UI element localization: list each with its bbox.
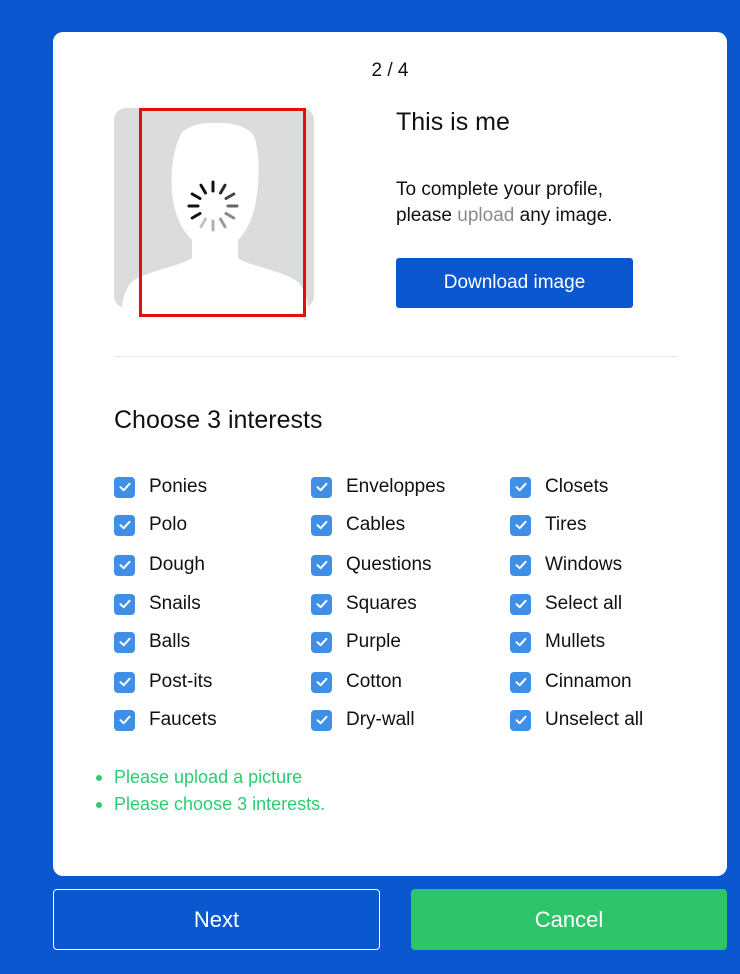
description-prefix: please — [396, 205, 458, 226]
checkbox-checked-icon[interactable] — [311, 671, 332, 693]
interest-label: Questions — [346, 554, 432, 575]
checkbox-checked-icon[interactable] — [311, 554, 332, 576]
checkbox-checked-icon[interactable] — [114, 554, 135, 576]
loading-spinner-icon — [187, 180, 239, 232]
interest-checkbox-select-all[interactable]: Select all — [510, 589, 622, 619]
error-choose-interests: Please choose 3 interests. — [93, 791, 325, 818]
interest-checkbox-cinnamon[interactable]: Cinnamon — [510, 667, 632, 697]
interest-label: Faucets — [149, 709, 217, 730]
interest-label: Ponies — [149, 476, 208, 497]
checkbox-checked-icon[interactable] — [510, 709, 531, 731]
interest-checkbox-enveloppes[interactable]: Enveloppes — [311, 472, 445, 502]
upload-link[interactable]: upload — [457, 205, 514, 226]
checkbox-checked-icon[interactable] — [114, 671, 135, 693]
checkbox-checked-icon[interactable] — [510, 631, 531, 653]
checkbox-checked-icon[interactable] — [311, 514, 332, 536]
checkbox-checked-icon[interactable] — [510, 476, 531, 498]
checkbox-checked-icon[interactable] — [510, 554, 531, 576]
interest-label: Squares — [346, 593, 417, 614]
checkbox-checked-icon[interactable] — [311, 476, 332, 498]
checkbox-checked-icon[interactable] — [114, 631, 135, 653]
interest-label: Select all — [545, 593, 623, 614]
interest-label: Enveloppes — [346, 476, 446, 497]
interest-checkbox-mullets[interactable]: Mullets — [510, 627, 605, 657]
cancel-button[interactable]: Cancel — [411, 889, 727, 950]
checkbox-checked-icon[interactable] — [311, 709, 332, 731]
interest-label: Dough — [149, 554, 205, 575]
description-line-1: To complete your profile, — [396, 179, 603, 200]
interest-checkbox-windows[interactable]: Windows — [510, 550, 622, 580]
profile-card: 2 / 4 This is me To complete your profil… — [53, 32, 727, 876]
checkbox-checked-icon[interactable] — [114, 476, 135, 498]
interest-label: Closets — [545, 476, 609, 497]
interest-checkbox-tires[interactable]: Tires — [510, 510, 587, 540]
validation-errors: Please upload a picture Please choose 3 … — [93, 764, 325, 818]
interest-checkbox-cables[interactable]: Cables — [311, 510, 405, 540]
step-indicator: 2 / 4 — [371, 60, 409, 81]
interest-checkbox-unselect-all[interactable]: Unselect all — [510, 705, 643, 735]
checkbox-checked-icon[interactable] — [510, 514, 531, 536]
interest-checkbox-purple[interactable]: Purple — [311, 627, 401, 657]
interest-checkbox-dry-wall[interactable]: Dry-wall — [311, 705, 415, 735]
error-upload-picture: Please upload a picture — [93, 764, 325, 791]
checkbox-checked-icon[interactable] — [114, 709, 135, 731]
interest-checkbox-balls[interactable]: Balls — [114, 627, 190, 657]
checkbox-checked-icon[interactable] — [114, 593, 135, 615]
profile-heading: This is me — [396, 108, 510, 136]
checkbox-checked-icon[interactable] — [311, 631, 332, 653]
interest-label: Balls — [149, 631, 191, 652]
checkbox-checked-icon[interactable] — [311, 593, 332, 615]
interest-label: Cotton — [346, 671, 402, 692]
interest-label: Dry-wall — [346, 709, 415, 730]
interest-checkbox-squares[interactable]: Squares — [311, 589, 417, 619]
download-image-button[interactable]: Download image — [396, 258, 633, 308]
interests-title: Choose 3 interests — [114, 406, 323, 434]
checkbox-checked-icon[interactable] — [114, 514, 135, 536]
description-suffix: any image. — [514, 205, 613, 226]
description-line-2: please upload any image. — [396, 203, 613, 229]
interests-grid: Ponies Polo Dough Snails Balls Post-its Faucet… — [114, 472, 714, 752]
interest-label: Snails — [149, 593, 201, 614]
profile-description: To complete your profile, please upload … — [396, 177, 613, 229]
interest-label: Purple — [346, 631, 401, 652]
next-button[interactable]: Next — [53, 889, 380, 950]
interest-label: Cinnamon — [545, 671, 632, 692]
interest-checkbox-snails[interactable]: Snails — [114, 589, 201, 619]
checkbox-checked-icon[interactable] — [510, 671, 531, 693]
interest-label: Cables — [346, 514, 406, 535]
interest-checkbox-polo[interactable]: Polo — [114, 510, 187, 540]
interest-checkbox-cotton[interactable]: Cotton — [311, 667, 402, 697]
interest-label: Windows — [545, 554, 623, 575]
interest-checkbox-faucets[interactable]: Faucets — [114, 705, 217, 735]
interest-checkbox-closets[interactable]: Closets — [510, 472, 608, 502]
interest-checkbox-dough[interactable]: Dough — [114, 550, 205, 580]
section-divider — [114, 356, 678, 357]
interest-checkbox-ponies[interactable]: Ponies — [114, 472, 207, 502]
interest-label: Tires — [545, 514, 587, 535]
interest-label: Post-its — [149, 671, 213, 692]
interest-label: Polo — [149, 514, 188, 535]
interest-label: Unselect all — [545, 709, 644, 730]
checkbox-checked-icon[interactable] — [510, 593, 531, 615]
interest-checkbox-post-its[interactable]: Post-its — [114, 667, 212, 697]
interest-label: Mullets — [545, 631, 606, 652]
interest-checkbox-questions[interactable]: Questions — [311, 550, 432, 580]
